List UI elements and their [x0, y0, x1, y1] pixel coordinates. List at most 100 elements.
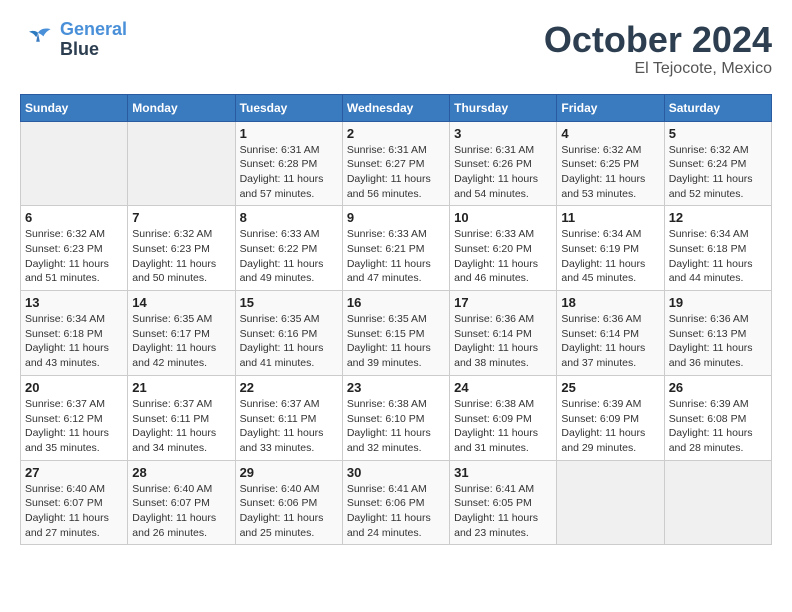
title-block: October 2024 El Tejocote, Mexico [544, 20, 772, 78]
day-info: Sunrise: 6:32 AMSunset: 6:25 PMDaylight:… [561, 143, 659, 202]
calendar-cell: 18 Sunrise: 6:36 AMSunset: 6:14 PMDayligh… [557, 291, 664, 376]
day-info: Sunrise: 6:34 AMSunset: 6:18 PMDaylight:… [669, 227, 767, 286]
day-info: Sunrise: 6:33 AMSunset: 6:22 PMDaylight:… [240, 227, 338, 286]
day-info: Sunrise: 6:36 AMSunset: 6:14 PMDaylight:… [454, 312, 552, 371]
calendar-cell: 10Sunrise: 6:33 AMSunset: 6:20 PMDayligh… [450, 206, 557, 291]
calendar-cell: 29 Sunrise: 6:40 AMSunset: 6:06 PMDayligh… [235, 460, 342, 545]
day-info: Sunrise: 6:34 AMSunset: 6:19 PMDaylight:… [561, 227, 659, 286]
day-number: 13 [25, 295, 123, 310]
calendar-cell: 14 Sunrise: 6:35 AMSunset: 6:17 PMDayligh… [128, 291, 235, 376]
day-number: 6 [25, 210, 123, 225]
day-info: Sunrise: 6:35 AMSunset: 6:15 PMDaylight:… [347, 312, 445, 371]
day-info: Sunrise: 6:31 AMSunset: 6:26 PMDaylight:… [454, 143, 552, 202]
day-number: 3 [454, 126, 552, 141]
day-number: 26 [669, 380, 767, 395]
day-info: Sunrise: 6:32 AMSunset: 6:23 PMDaylight:… [132, 227, 230, 286]
calendar-cell [664, 460, 771, 545]
day-number: 25 [561, 380, 659, 395]
weekday-header-row: SundayMondayTuesdayWednesdayThursdayFrid… [21, 94, 772, 121]
day-info: Sunrise: 6:36 AMSunset: 6:13 PMDaylight:… [669, 312, 767, 371]
calendar-cell: 25 Sunrise: 6:39 AMSunset: 6:09 PMDayligh… [557, 375, 664, 460]
calendar-cell: 2 Sunrise: 6:31 AMSunset: 6:27 PMDaylight… [342, 121, 449, 206]
day-info: Sunrise: 6:37 AMSunset: 6:11 PMDaylight:… [240, 397, 338, 456]
calendar-cell: 23 Sunrise: 6:38 AMSunset: 6:10 PMDayligh… [342, 375, 449, 460]
day-number: 21 [132, 380, 230, 395]
day-number: 18 [561, 295, 659, 310]
calendar-cell: 1 Sunrise: 6:31 AMSunset: 6:28 PMDaylight… [235, 121, 342, 206]
weekday-header-friday: Friday [557, 94, 664, 121]
day-number: 15 [240, 295, 338, 310]
calendar-table: SundayMondayTuesdayWednesdayThursdayFrid… [20, 94, 772, 546]
calendar-cell: 17 Sunrise: 6:36 AMSunset: 6:14 PMDayligh… [450, 291, 557, 376]
day-number: 28 [132, 465, 230, 480]
calendar-week-row: 20 Sunrise: 6:37 AMSunset: 6:12 PMDayligh… [21, 375, 772, 460]
logo-bird-icon [20, 25, 56, 55]
calendar-week-row: 27 Sunrise: 6:40 AMSunset: 6:07 PMDayligh… [21, 460, 772, 545]
calendar-cell: 16 Sunrise: 6:35 AMSunset: 6:15 PMDayligh… [342, 291, 449, 376]
logo: GeneralBlue [20, 20, 127, 60]
day-info: Sunrise: 6:40 AMSunset: 6:06 PMDaylight:… [240, 482, 338, 541]
calendar-week-row: 1 Sunrise: 6:31 AMSunset: 6:28 PMDaylight… [21, 121, 772, 206]
calendar-cell: 19 Sunrise: 6:36 AMSunset: 6:13 PMDayligh… [664, 291, 771, 376]
calendar-cell [21, 121, 128, 206]
calendar-cell: 30 Sunrise: 6:41 AMSunset: 6:06 PMDayligh… [342, 460, 449, 545]
weekday-header-wednesday: Wednesday [342, 94, 449, 121]
day-info: Sunrise: 6:31 AMSunset: 6:27 PMDaylight:… [347, 143, 445, 202]
weekday-header-tuesday: Tuesday [235, 94, 342, 121]
calendar-cell: 7 Sunrise: 6:32 AMSunset: 6:23 PMDaylight… [128, 206, 235, 291]
day-number: 19 [669, 295, 767, 310]
day-info: Sunrise: 6:33 AMSunset: 6:20 PMDaylight:… [454, 227, 552, 286]
calendar-cell: 5 Sunrise: 6:32 AMSunset: 6:24 PMDaylight… [664, 121, 771, 206]
logo-text: GeneralBlue [60, 20, 127, 60]
day-number: 7 [132, 210, 230, 225]
day-number: 1 [240, 126, 338, 141]
day-number: 30 [347, 465, 445, 480]
day-info: Sunrise: 6:33 AMSunset: 6:21 PMDaylight:… [347, 227, 445, 286]
day-number: 22 [240, 380, 338, 395]
calendar-cell: 13Sunrise: 6:34 AMSunset: 6:18 PMDayligh… [21, 291, 128, 376]
calendar-cell: 3 Sunrise: 6:31 AMSunset: 6:26 PMDaylight… [450, 121, 557, 206]
location-subtitle: El Tejocote, Mexico [544, 60, 772, 78]
day-number: 16 [347, 295, 445, 310]
day-info: Sunrise: 6:36 AMSunset: 6:14 PMDaylight:… [561, 312, 659, 371]
calendar-cell: 11Sunrise: 6:34 AMSunset: 6:19 PMDayligh… [557, 206, 664, 291]
day-info: Sunrise: 6:35 AMSunset: 6:17 PMDaylight:… [132, 312, 230, 371]
day-info: Sunrise: 6:35 AMSunset: 6:16 PMDaylight:… [240, 312, 338, 371]
day-info: Sunrise: 6:31 AMSunset: 6:28 PMDaylight:… [240, 143, 338, 202]
day-info: Sunrise: 6:37 AMSunset: 6:11 PMDaylight:… [132, 397, 230, 456]
calendar-cell: 26 Sunrise: 6:39 AMSunset: 6:08 PMDayligh… [664, 375, 771, 460]
day-number: 14 [132, 295, 230, 310]
day-number: 31 [454, 465, 552, 480]
day-number: 2 [347, 126, 445, 141]
calendar-cell: 6Sunrise: 6:32 AMSunset: 6:23 PMDaylight… [21, 206, 128, 291]
calendar-week-row: 6 Sunrise: 6:32 AMSunset: 6:23 PMDaylight… [21, 206, 772, 291]
day-info: Sunrise: 6:37 AMSunset: 6:12 PMDaylight:… [25, 397, 123, 456]
day-info: Sunrise: 6:39 AMSunset: 6:09 PMDaylight:… [561, 397, 659, 456]
day-number: 4 [561, 126, 659, 141]
day-info: Sunrise: 6:41 AMSunset: 6:05 PMDaylight:… [454, 482, 552, 541]
day-info: Sunrise: 6:41 AMSunset: 6:06 PMDaylight:… [347, 482, 445, 541]
day-number: 17 [454, 295, 552, 310]
weekday-header-sunday: Sunday [21, 94, 128, 121]
calendar-week-row: 13Sunrise: 6:34 AMSunset: 6:18 PMDayligh… [21, 291, 772, 376]
day-info: Sunrise: 6:38 AMSunset: 6:10 PMDaylight:… [347, 397, 445, 456]
day-info: Sunrise: 6:40 AMSunset: 6:07 PMDaylight:… [132, 482, 230, 541]
day-info: Sunrise: 6:39 AMSunset: 6:08 PMDaylight:… [669, 397, 767, 456]
calendar-cell: 31 Sunrise: 6:41 AMSunset: 6:05 PMDayligh… [450, 460, 557, 545]
day-info: Sunrise: 6:32 AMSunset: 6:24 PMDaylight:… [669, 143, 767, 202]
day-number: 23 [347, 380, 445, 395]
calendar-cell: 8Sunrise: 6:33 AMSunset: 6:22 PMDaylight… [235, 206, 342, 291]
page-header: GeneralBlue October 2024 El Tejocote, Me… [20, 20, 772, 78]
calendar-cell: 22 Sunrise: 6:37 AMSunset: 6:11 PMDayligh… [235, 375, 342, 460]
month-title: October 2024 [544, 20, 772, 60]
day-number: 9 [347, 210, 445, 225]
calendar-cell: 12Sunrise: 6:34 AMSunset: 6:18 PMDayligh… [664, 206, 771, 291]
day-number: 20 [25, 380, 123, 395]
day-number: 5 [669, 126, 767, 141]
day-number: 29 [240, 465, 338, 480]
calendar-cell: 27 Sunrise: 6:40 AMSunset: 6:07 PMDayligh… [21, 460, 128, 545]
day-number: 27 [25, 465, 123, 480]
weekday-header-thursday: Thursday [450, 94, 557, 121]
day-info: Sunrise: 6:38 AMSunset: 6:09 PMDaylight:… [454, 397, 552, 456]
day-info: Sunrise: 6:40 AMSunset: 6:07 PMDaylight:… [25, 482, 123, 541]
